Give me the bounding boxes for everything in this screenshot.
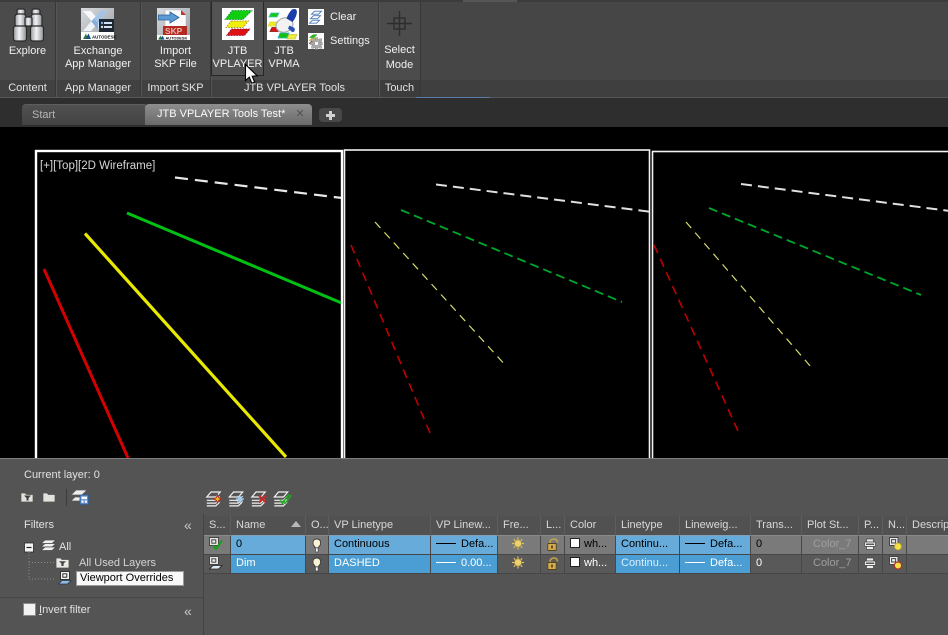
svg-text:AUTODESK: AUTODESK: [92, 35, 117, 40]
svg-text:AUTODESK: AUTODESK: [166, 35, 188, 40]
svg-text:[+][Top][2D Wireframe]: [+][Top][2D Wireframe]: [40, 160, 155, 172]
svg-text:SKP: SKP: [165, 26, 183, 36]
